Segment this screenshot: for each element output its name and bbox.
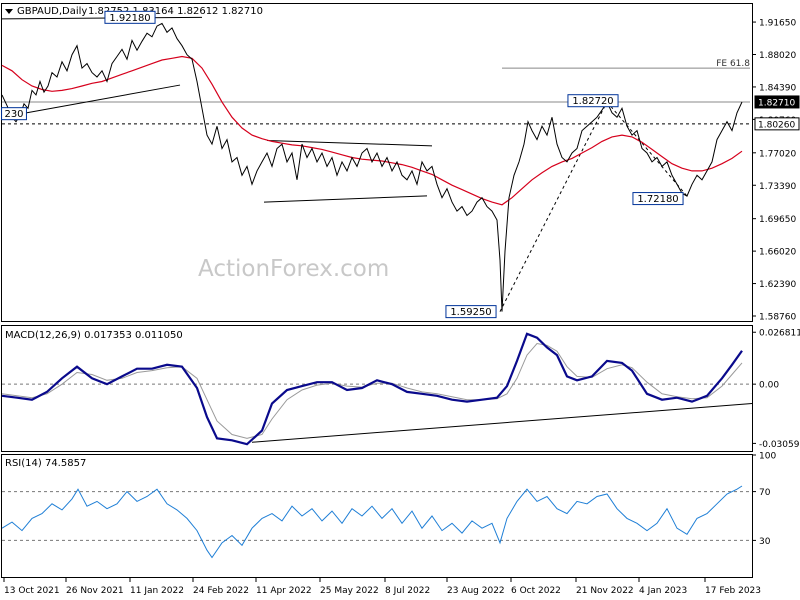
price-tick-label-0: 1.91650 — [759, 19, 796, 29]
rsi-tick-label-1: 70 — [759, 488, 771, 498]
price-tick-label-1: 1.88020 — [759, 51, 796, 61]
x-tick-label-6: 8 Jul 2022 — [385, 586, 430, 596]
price-tick-label-8: 1.62390 — [759, 280, 796, 290]
macd-tick-label-2: -0.030592 — [759, 440, 800, 450]
price-tick-label-5: 1.73390 — [759, 182, 796, 192]
x-tick-label-11: 17 Feb 2023 — [705, 586, 761, 596]
price-tick-label-7: 1.66020 — [759, 248, 796, 258]
annotation-label-1: 1.82720 — [572, 96, 613, 107]
annotation-label-0: 1.92180 — [109, 13, 150, 24]
x-tick-label-7: 23 Aug 2022 — [447, 586, 505, 596]
x-tick-label-5: 25 May 2022 — [320, 586, 379, 596]
gbpaud-chart: ActionForex.com GBPAUD,Daily 1.82752 1.8… — [0, 0, 800, 600]
x-tick-label-9: 21 Nov 2022 — [576, 586, 634, 596]
annotation-label-4: 230 — [4, 109, 23, 120]
symbol-label: GBPAUD,Daily — [17, 6, 87, 17]
rsi-tick-label-2: 30 — [759, 537, 771, 547]
macd-tick-label-1: 0.00 — [759, 381, 779, 391]
x-tick-label-4: 11 Apr 2022 — [256, 586, 312, 596]
price-marker-label-1: 1.80260 — [758, 120, 795, 130]
annotation-label-2: 1.72180 — [637, 194, 678, 205]
price-tick-label-9: 1.58760 — [759, 313, 796, 323]
annotation-label-3: 1.59250 — [450, 307, 491, 318]
rsi-title: RSI(14) 74.5857 — [5, 458, 86, 469]
macd-tick-label-0: 0.026811 — [759, 329, 800, 339]
price-tick-label-6: 1.69650 — [759, 215, 796, 225]
price-tick-label-2: 1.84390 — [759, 83, 796, 93]
x-tick-label-8: 6 Oct 2022 — [511, 586, 561, 596]
x-tick-label-0: 13 Oct 2021 — [4, 586, 60, 596]
price-marker-label-0: 1.82710 — [758, 98, 795, 108]
watermark: ActionForex.com — [198, 256, 389, 282]
fe-label: FE 61.8 — [716, 59, 750, 69]
rsi-tick-label-0: 100 — [759, 452, 776, 462]
price-tick-label-4: 1.77020 — [759, 149, 796, 159]
x-tick-label-1: 26 Nov 2021 — [66, 586, 124, 596]
macd-title: MACD(12,26,9) 0.017353 0.011050 — [5, 330, 183, 341]
x-tick-label-3: 24 Feb 2022 — [193, 586, 249, 596]
x-tick-label-2: 11 Jan 2022 — [130, 586, 184, 596]
x-tick-label-10: 4 Jan 2023 — [639, 586, 687, 596]
